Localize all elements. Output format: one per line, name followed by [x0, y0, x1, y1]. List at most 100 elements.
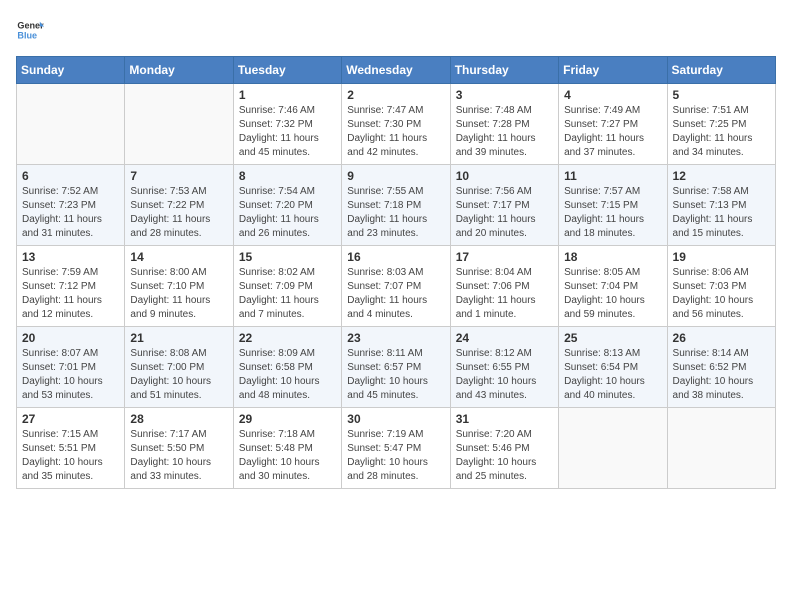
day-number: 2: [347, 88, 444, 102]
day-info: Sunrise: 7:20 AM Sunset: 5:46 PM Dayligh…: [456, 428, 553, 484]
calendar-cell: [559, 408, 667, 489]
day-info: Sunrise: 7:56 AM Sunset: 7:17 PM Dayligh…: [456, 185, 553, 241]
calendar-cell: 8Sunrise: 7:54 AM Sunset: 7:20 PM Daylig…: [233, 165, 341, 246]
calendar-cell: 27 Sunrise: 7:15 AM Sunset: 5:51 PM Dayli…: [17, 408, 125, 489]
calendar-cell: 5Sunrise: 7:51 AM Sunset: 7:25 PM Daylig…: [667, 84, 775, 165]
calendar-cell: 2 Sunrise: 7:47 AM Sunset: 7:30 PM Daylig…: [342, 84, 450, 165]
calendar-cell: 18 Sunrise: 8:05 AM Sunset: 7:04 PM Dayli…: [559, 246, 667, 327]
day-info: Sunrise: 8:12 AM Sunset: 6:55 PM Dayligh…: [456, 347, 553, 403]
day-number: 21: [130, 331, 227, 345]
calendar-cell: 17 Sunrise: 8:04 AM Sunset: 7:06 PM Dayli…: [450, 246, 558, 327]
calendar-cell: 3 Sunrise: 7:48 AM Sunset: 7:28 PM Daylig…: [450, 84, 558, 165]
calendar-cell: 29 Sunrise: 7:18 AM Sunset: 5:48 PM Dayli…: [233, 408, 341, 489]
day-number: 29: [239, 412, 336, 426]
calendar-cell: 22 Sunrise: 8:09 AM Sunset: 6:58 PM Dayli…: [233, 327, 341, 408]
day-number: 26: [673, 331, 770, 345]
day-info: Sunrise: 8:13 AM Sunset: 6:54 PM Dayligh…: [564, 347, 661, 403]
calendar-cell: 7 Sunrise: 7:53 AM Sunset: 7:22 PM Daylig…: [125, 165, 233, 246]
day-info: Sunrise: 8:14 AM Sunset: 6:52 PM Dayligh…: [673, 347, 770, 403]
day-number: 3: [456, 88, 553, 102]
day-info: Sunrise: 8:09 AM Sunset: 6:58 PM Dayligh…: [239, 347, 336, 403]
calendar-cell: 20 Sunrise: 8:07 AM Sunset: 7:01 PM Dayli…: [17, 327, 125, 408]
calendar-cell: 9Sunrise: 7:55 AM Sunset: 7:18 PM Daylig…: [342, 165, 450, 246]
day-info: Sunrise: 8:07 AM Sunset: 7:01 PM Dayligh…: [22, 347, 119, 403]
calendar-week-row: 20 Sunrise: 8:07 AM Sunset: 7:01 PM Dayli…: [17, 327, 776, 408]
day-number: 20: [22, 331, 119, 345]
day-info: Sunrise: 7:15 AM Sunset: 5:51 PM Dayligh…: [22, 428, 119, 484]
calendar-cell: 10 Sunrise: 7:56 AM Sunset: 7:17 PM Dayli…: [450, 165, 558, 246]
day-info: Sunrise: 7:55 AM Sunset: 7:18 PM Dayligh…: [347, 185, 444, 241]
calendar-cell: 6Sunrise: 7:52 AM Sunset: 7:23 PM Daylig…: [17, 165, 125, 246]
day-info: Sunrise: 8:11 AM Sunset: 6:57 PM Dayligh…: [347, 347, 444, 403]
day-info: Sunrise: 7:46 AM Sunset: 7:32 PM Dayligh…: [239, 104, 336, 160]
calendar-cell: 23 Sunrise: 8:11 AM Sunset: 6:57 PM Dayli…: [342, 327, 450, 408]
day-number: 24: [456, 331, 553, 345]
calendar-cell: 21 Sunrise: 8:08 AM Sunset: 7:00 PM Dayli…: [125, 327, 233, 408]
day-number: 25: [564, 331, 661, 345]
day-number: 27: [22, 412, 119, 426]
day-info: Sunrise: 7:58 AM Sunset: 7:13 PM Dayligh…: [673, 185, 770, 241]
day-number: 10: [456, 169, 553, 183]
calendar-cell: 14 Sunrise: 8:00 AM Sunset: 7:10 PM Dayli…: [125, 246, 233, 327]
day-number: 30: [347, 412, 444, 426]
day-info: Sunrise: 7:48 AM Sunset: 7:28 PM Dayligh…: [456, 104, 553, 160]
day-info: Sunrise: 7:18 AM Sunset: 5:48 PM Dayligh…: [239, 428, 336, 484]
calendar-cell: 4Sunrise: 7:49 AM Sunset: 7:27 PM Daylig…: [559, 84, 667, 165]
day-info: Sunrise: 7:59 AM Sunset: 7:12 PM Dayligh…: [22, 266, 119, 322]
calendar-cell: 1 Sunrise: 7:46 AM Sunset: 7:32 PM Daylig…: [233, 84, 341, 165]
day-number: 6: [22, 169, 119, 183]
calendar-cell: 11Sunrise: 7:57 AM Sunset: 7:15 PM Dayli…: [559, 165, 667, 246]
calendar-cell: 31Sunrise: 7:20 AM Sunset: 5:46 PM Dayli…: [450, 408, 558, 489]
calendar-cell: 16 Sunrise: 8:03 AM Sunset: 7:07 PM Dayli…: [342, 246, 450, 327]
header-friday: Friday: [559, 57, 667, 84]
day-info: Sunrise: 7:47 AM Sunset: 7:30 PM Dayligh…: [347, 104, 444, 160]
day-info: Sunrise: 8:06 AM Sunset: 7:03 PM Dayligh…: [673, 266, 770, 322]
day-number: 13: [22, 250, 119, 264]
page-header: General Blue: [16, 16, 776, 44]
header-monday: Monday: [125, 57, 233, 84]
header-thursday: Thursday: [450, 57, 558, 84]
logo-icon: General Blue: [16, 16, 44, 44]
day-number: 15: [239, 250, 336, 264]
day-number: 12: [673, 169, 770, 183]
day-number: 18: [564, 250, 661, 264]
svg-text:Blue: Blue: [17, 30, 37, 40]
day-number: 28: [130, 412, 227, 426]
day-info: Sunrise: 7:53 AM Sunset: 7:22 PM Dayligh…: [130, 185, 227, 241]
calendar-cell: 28Sunrise: 7:17 AM Sunset: 5:50 PM Dayli…: [125, 408, 233, 489]
day-number: 17: [456, 250, 553, 264]
calendar-cell: 24 Sunrise: 8:12 AM Sunset: 6:55 PM Dayli…: [450, 327, 558, 408]
day-number: 22: [239, 331, 336, 345]
calendar-cell: [17, 84, 125, 165]
header-saturday: Saturday: [667, 57, 775, 84]
day-info: Sunrise: 8:00 AM Sunset: 7:10 PM Dayligh…: [130, 266, 227, 322]
day-info: Sunrise: 8:05 AM Sunset: 7:04 PM Dayligh…: [564, 266, 661, 322]
calendar-header-row: SundayMondayTuesdayWednesdayThursdayFrid…: [17, 57, 776, 84]
day-number: 7: [130, 169, 227, 183]
day-info: Sunrise: 8:08 AM Sunset: 7:00 PM Dayligh…: [130, 347, 227, 403]
day-info: Sunrise: 7:57 AM Sunset: 7:15 PM Dayligh…: [564, 185, 661, 241]
calendar-week-row: 13 Sunrise: 7:59 AM Sunset: 7:12 PM Dayli…: [17, 246, 776, 327]
day-number: 14: [130, 250, 227, 264]
day-info: Sunrise: 7:49 AM Sunset: 7:27 PM Dayligh…: [564, 104, 661, 160]
day-number: 1: [239, 88, 336, 102]
logo: General Blue: [16, 16, 44, 44]
day-info: Sunrise: 8:03 AM Sunset: 7:07 PM Dayligh…: [347, 266, 444, 322]
calendar-week-row: 6Sunrise: 7:52 AM Sunset: 7:23 PM Daylig…: [17, 165, 776, 246]
calendar-table: SundayMondayTuesdayWednesdayThursdayFrid…: [16, 56, 776, 489]
calendar-cell: 13 Sunrise: 7:59 AM Sunset: 7:12 PM Dayli…: [17, 246, 125, 327]
day-info: Sunrise: 8:02 AM Sunset: 7:09 PM Dayligh…: [239, 266, 336, 322]
calendar-cell: 15 Sunrise: 8:02 AM Sunset: 7:09 PM Dayli…: [233, 246, 341, 327]
day-number: 23: [347, 331, 444, 345]
day-number: 16: [347, 250, 444, 264]
calendar-week-row: 27 Sunrise: 7:15 AM Sunset: 5:51 PM Dayli…: [17, 408, 776, 489]
day-info: Sunrise: 7:51 AM Sunset: 7:25 PM Dayligh…: [673, 104, 770, 160]
calendar-cell: 26 Sunrise: 8:14 AM Sunset: 6:52 PM Dayli…: [667, 327, 775, 408]
calendar-cell: [667, 408, 775, 489]
day-number: 19: [673, 250, 770, 264]
day-number: 8: [239, 169, 336, 183]
day-info: Sunrise: 8:04 AM Sunset: 7:06 PM Dayligh…: [456, 266, 553, 322]
header-sunday: Sunday: [17, 57, 125, 84]
calendar-cell: 12 Sunrise: 7:58 AM Sunset: 7:13 PM Dayli…: [667, 165, 775, 246]
calendar-cell: [125, 84, 233, 165]
